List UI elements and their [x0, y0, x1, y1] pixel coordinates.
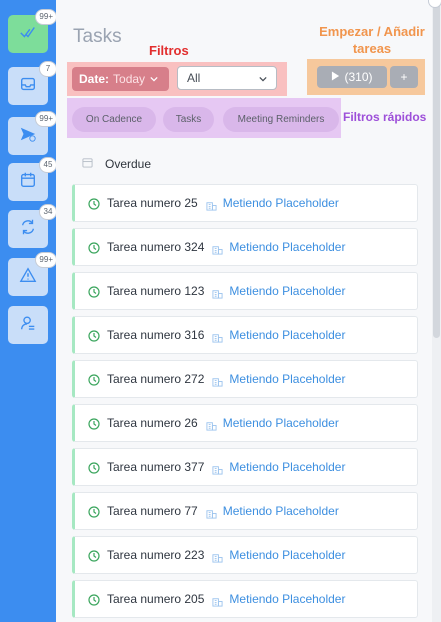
company-link[interactable]: Metiendo Placeholder	[229, 548, 345, 562]
task-row[interactable]: Tarea numero 123 Metiendo Placeholder	[72, 272, 418, 310]
task-name: Tarea numero 324	[107, 240, 205, 254]
clock-icon	[88, 373, 100, 386]
start-tasks-count: (310)	[344, 70, 373, 84]
task-name: Tarea numero 205	[107, 592, 205, 606]
task-row[interactable]: Tarea numero 223 Metiendo Placeholder	[72, 536, 418, 574]
clock-icon	[88, 241, 100, 254]
sidebar-item-scheduled[interactable]: 45	[8, 157, 57, 201]
quick-filters-annotation: Filtros rápidos	[343, 110, 427, 124]
sidebar-item-tasks[interactable]: 99+	[8, 9, 57, 53]
company-icon	[212, 286, 223, 299]
sidebar-badge: 99+	[35, 252, 57, 268]
clock-icon	[88, 549, 100, 562]
sidebar-item-inbox[interactable]: 7	[8, 61, 57, 105]
calendar-icon	[19, 171, 37, 194]
company-icon	[206, 198, 217, 211]
start-annotation: Empezar / Añadir tareas	[307, 23, 437, 57]
task-type-select[interactable]: All	[177, 66, 277, 90]
scrollbar-thumb[interactable]	[433, 2, 440, 338]
start-annotation-line1: Empezar / Añadir	[319, 24, 425, 39]
clock-icon	[88, 593, 100, 606]
sidebar-badge: 99+	[35, 111, 57, 127]
task-name: Tarea numero 316	[107, 328, 205, 342]
double-check-icon	[19, 23, 37, 46]
company-icon	[212, 550, 223, 563]
calendar-icon	[82, 157, 105, 171]
warning-icon	[19, 266, 37, 289]
company-link[interactable]: Metiendo Placeholder	[229, 592, 345, 606]
scrollbar[interactable]	[432, 0, 441, 622]
company-icon	[212, 594, 223, 607]
company-link[interactable]: Metiendo Placeholder	[223, 416, 339, 430]
company-icon	[212, 374, 223, 387]
sidebar-item-cadences[interactable]: 34	[8, 204, 57, 248]
overdue-header: Overdue	[82, 157, 151, 171]
chevron-down-icon	[145, 72, 158, 86]
refresh-icon	[19, 218, 37, 241]
company-link[interactable]: Metiendo Placeholder	[229, 372, 345, 386]
company-link[interactable]: Metiendo Placeholder	[229, 328, 345, 342]
clock-icon	[88, 329, 100, 342]
task-name: Tarea numero 77	[107, 504, 198, 518]
add-task-button[interactable]: +	[390, 66, 418, 88]
task-name: Tarea numero 272	[107, 372, 205, 386]
task-row[interactable]: Tarea numero 272 Metiendo Placeholder	[72, 360, 418, 398]
task-row[interactable]: Tarea numero 377 Metiendo Placeholder	[72, 448, 418, 486]
filters-annotation: Filtros	[149, 43, 189, 58]
company-icon	[212, 462, 223, 475]
date-filter-value: Today	[113, 72, 146, 86]
inbox-icon	[19, 75, 37, 98]
company-link[interactable]: Metiendo Placeholder	[229, 460, 345, 474]
company-icon	[212, 330, 223, 343]
start-tasks-button[interactable]: (310)	[317, 66, 387, 88]
clock-icon	[88, 417, 100, 430]
date-filter[interactable]: Date: Today	[72, 67, 169, 91]
sidebar-badge: 45	[39, 157, 57, 173]
sidebar: 99+ 7 99+ 45 34 99+	[0, 0, 57, 622]
company-icon	[206, 506, 217, 519]
clock-icon	[88, 505, 100, 518]
overdue-label: Overdue	[105, 157, 152, 171]
company-link[interactable]: Metiendo Placeholder	[223, 196, 339, 210]
task-row[interactable]: Tarea numero 324 Metiendo Placeholder	[72, 228, 418, 266]
company-link[interactable]: Metiendo Placeholder	[229, 284, 345, 298]
quick-filter-meeting-reminders[interactable]: Meeting Reminders	[223, 107, 339, 132]
task-name: Tarea numero 25	[107, 196, 198, 210]
task-name: Tarea numero 26	[107, 416, 198, 430]
sidebar-badge: 34	[39, 204, 57, 220]
company-icon	[212, 242, 223, 255]
page-title: Tasks	[73, 26, 122, 47]
company-link[interactable]: Metiendo Placeholder	[223, 504, 339, 518]
main-panel: Tasks Filtros Empezar / Añadir tareas Fi…	[56, 0, 441, 622]
user-settings-icon	[19, 314, 37, 337]
play-icon	[331, 70, 344, 84]
clock-icon	[88, 461, 100, 474]
task-row[interactable]: Tarea numero 77 Metiendo Placeholder	[72, 492, 418, 530]
sidebar-item-contacts[interactable]	[8, 306, 48, 344]
task-row[interactable]: Tarea numero 25 Metiendo Placeholder	[72, 184, 418, 222]
quick-filter-tasks[interactable]: Tasks	[163, 107, 214, 132]
quick-filter-on-cadence[interactable]: On Cadence	[72, 107, 156, 132]
sidebar-item-alerts[interactable]: 99+	[8, 252, 57, 296]
send-icon	[19, 125, 37, 148]
task-type-select-value: All	[187, 71, 201, 85]
task-row[interactable]: Tarea numero 316 Metiendo Placeholder	[72, 316, 418, 354]
task-name: Tarea numero 377	[107, 460, 205, 474]
task-name: Tarea numero 123	[107, 284, 205, 298]
clock-icon	[88, 285, 100, 298]
company-icon	[206, 418, 217, 431]
sidebar-badge: 7	[39, 61, 57, 77]
task-row[interactable]: Tarea numero 205 Metiendo Placeholder	[72, 580, 418, 618]
company-link[interactable]: Metiendo Placeholder	[229, 240, 345, 254]
sidebar-item-outbox[interactable]: 99+	[8, 111, 57, 155]
task-name: Tarea numero 223	[107, 548, 205, 562]
task-row[interactable]: Tarea numero 26 Metiendo Placeholder	[72, 404, 418, 442]
sidebar-badge: 99+	[35, 9, 57, 25]
date-filter-label: Date:	[79, 72, 110, 86]
clock-icon	[88, 197, 100, 210]
start-annotation-line2: tareas	[352, 41, 392, 56]
